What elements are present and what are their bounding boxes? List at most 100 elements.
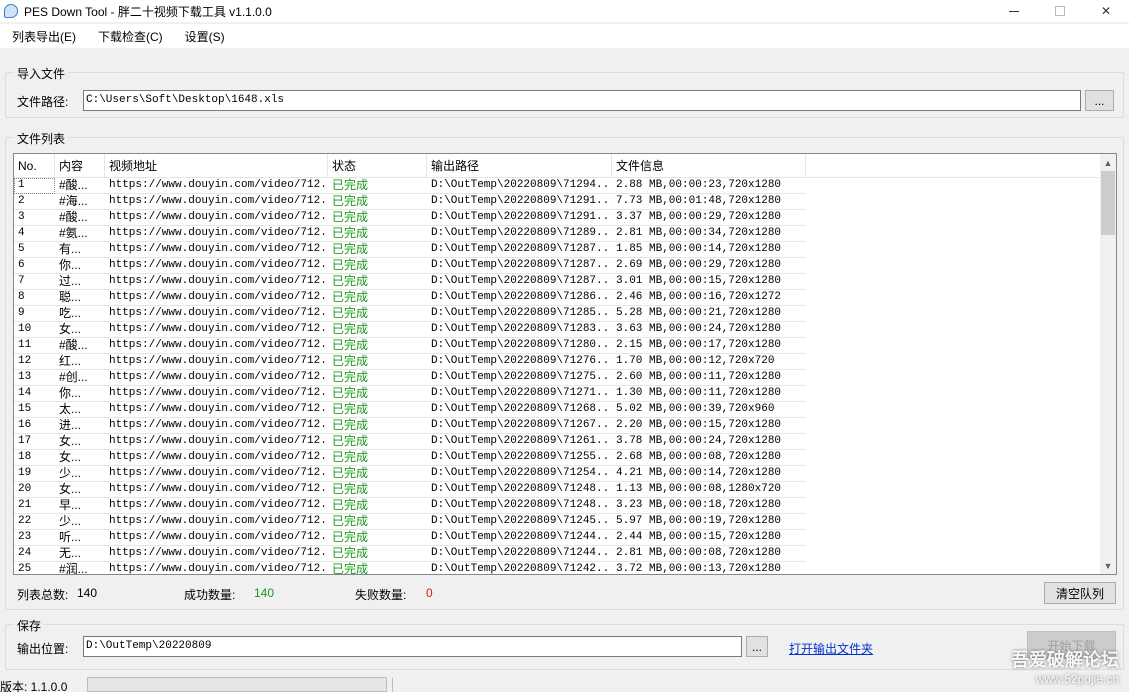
table-row[interactable]: 8 聪... https://www.douyin.com/video/712...…	[14, 290, 806, 306]
column-header-no[interactable]: No.	[14, 154, 55, 178]
menu-settings[interactable]: 设置(S)	[173, 28, 235, 45]
column-header-status[interactable]: 状态	[328, 154, 427, 178]
table-row[interactable]: 7 过... https://www.douyin.com/video/712...…	[14, 274, 806, 290]
table-row[interactable]: 16 进... https://www.douyin.com/video/712..…	[14, 418, 806, 434]
cell-output-path: D:\OutTemp\20220809\71268...	[431, 403, 612, 415]
cell-status: 已完成	[332, 370, 369, 384]
cell-no: 10	[18, 323, 32, 335]
cell-status: 已完成	[332, 338, 369, 352]
column-header-url[interactable]: 视频地址	[105, 154, 328, 178]
table-row[interactable]: 19 少... https://www.douyin.com/video/712..…	[14, 466, 806, 482]
menu-export[interactable]: 列表导出(E)	[0, 28, 86, 45]
column-header-content[interactable]: 内容	[55, 154, 105, 178]
scroll-up-icon[interactable]: ▲	[1100, 154, 1116, 171]
cell-url: https://www.douyin.com/video/712...	[109, 323, 328, 335]
cell-no: 9	[18, 307, 25, 319]
cell-file-info: 1.30 MB,00:00:11,720x1280	[616, 387, 782, 399]
fail-count-value: 0	[426, 586, 433, 600]
clear-queue-button[interactable]: 清空队列	[1044, 582, 1116, 604]
table-row[interactable]: 1 #酸... https://www.douyin.com/video/712..…	[14, 178, 806, 194]
menu-download-check[interactable]: 下载检查(C)	[86, 28, 173, 45]
table-row[interactable]: 18 女... https://www.douyin.com/video/712..…	[14, 450, 806, 466]
cell-output-path: D:\OutTemp\20220809\71248...	[431, 499, 612, 511]
cell-url: https://www.douyin.com/video/712...	[109, 499, 328, 511]
cell-content: 女...	[59, 322, 82, 336]
cell-file-info: 3.01 MB,00:00:15,720x1280	[616, 275, 782, 287]
cell-status: 已完成	[332, 514, 369, 528]
cell-content: 少...	[59, 466, 82, 480]
app-logo-icon	[4, 4, 18, 18]
file-path-input[interactable]: C:\Users\Soft\Desktop\1648.xls	[83, 90, 1081, 111]
cell-output-path: D:\OutTemp\20220809\71244...	[431, 547, 612, 559]
minimize-button[interactable]	[991, 0, 1037, 22]
cell-content: 红...	[59, 354, 82, 368]
cell-no: 22	[18, 515, 32, 527]
cell-content: 你...	[59, 386, 82, 400]
scroll-down-icon[interactable]: ▼	[1100, 557, 1116, 574]
cell-output-path: D:\OutTemp\20220809\71294...	[431, 179, 612, 191]
cell-content: 无...	[59, 546, 82, 560]
column-header-output-path[interactable]: 输出路径	[427, 154, 612, 178]
cell-output-path: D:\OutTemp\20220809\71287...	[431, 259, 612, 271]
table-row[interactable]: 9 吃... https://www.douyin.com/video/712...…	[14, 306, 806, 322]
table-row[interactable]: 20 女... https://www.douyin.com/video/712..…	[14, 482, 806, 498]
cell-no: 6	[18, 259, 25, 271]
cell-status: 已完成	[332, 482, 369, 496]
cell-no: 19	[18, 467, 32, 479]
maximize-button[interactable]	[1037, 0, 1083, 22]
browse-file-button[interactable]: ...	[1085, 90, 1114, 111]
cell-output-path: D:\OutTemp\20220809\71287...	[431, 243, 612, 255]
cell-output-path: D:\OutTemp\20220809\71283...	[431, 323, 612, 335]
cell-output-path: D:\OutTemp\20220809\71254...	[431, 467, 612, 479]
cell-file-info: 2.88 MB,00:00:23,720x1280	[616, 179, 782, 191]
cell-status: 已完成	[332, 450, 369, 464]
cell-status: 已完成	[332, 210, 369, 224]
cell-output-path: D:\OutTemp\20220809\71291...	[431, 195, 612, 207]
table-row[interactable]: 14 你... https://www.douyin.com/video/712..…	[14, 386, 806, 402]
cell-status: 已完成	[332, 226, 369, 240]
cell-file-info: 2.44 MB,00:00:15,720x1280	[616, 531, 782, 543]
table-row[interactable]: 21 早... https://www.douyin.com/video/712..…	[14, 498, 806, 514]
column-header-file-info[interactable]: 文件信息	[612, 154, 806, 178]
total-count-label: 列表总数:	[17, 588, 69, 602]
cell-url: https://www.douyin.com/video/712...	[109, 387, 328, 399]
close-button[interactable]: ✕	[1083, 0, 1129, 22]
table-row[interactable]: 22 少... https://www.douyin.com/video/712..…	[14, 514, 806, 530]
table-row[interactable]: 15 太... https://www.douyin.com/video/712..…	[14, 402, 806, 418]
table-row[interactable]: 3 #酸... https://www.douyin.com/video/712..…	[14, 210, 806, 226]
table-row[interactable]: 6 你... https://www.douyin.com/video/712...…	[14, 258, 806, 274]
output-location-input[interactable]: D:\OutTemp\20220809	[83, 636, 742, 657]
table-row[interactable]: 4 #氨... https://www.douyin.com/video/712..…	[14, 226, 806, 242]
table-row[interactable]: 17 女... https://www.douyin.com/video/712..…	[14, 434, 806, 450]
open-output-folder-link[interactable]: 打开输出文件夹	[789, 640, 873, 657]
menu-bar: 列表导出(E) 下载检查(C) 设置(S)	[0, 24, 1129, 48]
table-row[interactable]: 24 无... https://www.douyin.com/video/712..…	[14, 546, 806, 562]
table-row[interactable]: 12 红... https://www.douyin.com/video/712..…	[14, 354, 806, 370]
list-vertical-scrollbar[interactable]: ▲ ▼	[1100, 154, 1116, 574]
cell-file-info: 3.37 MB,00:00:29,720x1280	[616, 211, 782, 223]
table-row[interactable]: 13 #创... https://www.douyin.com/video/712.…	[14, 370, 806, 386]
table-row[interactable]: 23 听... https://www.douyin.com/video/712..…	[14, 530, 806, 546]
scroll-thumb[interactable]	[1101, 171, 1115, 235]
table-row[interactable]: 5 有... https://www.douyin.com/video/712...…	[14, 242, 806, 258]
cell-output-path: D:\OutTemp\20220809\71244...	[431, 531, 612, 543]
cell-content: 早...	[59, 498, 82, 512]
cell-file-info: 2.68 MB,00:00:08,720x1280	[616, 451, 782, 463]
cell-url: https://www.douyin.com/video/712...	[109, 211, 328, 223]
cell-no: 24	[18, 547, 32, 559]
cell-url: https://www.douyin.com/video/712...	[109, 483, 328, 495]
cell-url: https://www.douyin.com/video/712...	[109, 243, 328, 255]
cell-url: https://www.douyin.com/video/712...	[109, 419, 328, 431]
table-row[interactable]: 11 #酸... https://www.douyin.com/video/712.…	[14, 338, 806, 354]
cell-file-info: 1.70 MB,00:00:12,720x720	[616, 355, 775, 367]
close-icon: ✕	[1100, 4, 1112, 18]
cell-content: 女...	[59, 482, 82, 496]
file-path-label: 文件路径:	[17, 95, 69, 109]
table-row[interactable]: 10 女... https://www.douyin.com/video/712..…	[14, 322, 806, 338]
file-list-view[interactable]: No. 内容 视频地址 状态 输出路径 文件信息 1 #酸... https://w…	[13, 153, 1117, 575]
browse-output-button[interactable]: ...	[746, 636, 768, 657]
status-bar: 版本: 1.1.0.0	[0, 676, 1129, 692]
table-row[interactable]: 2 #海... https://www.douyin.com/video/712..…	[14, 194, 806, 210]
cell-url: https://www.douyin.com/video/712...	[109, 307, 328, 319]
table-row[interactable]: 25 #润... https://www.douyin.com/video/712.…	[14, 562, 806, 574]
